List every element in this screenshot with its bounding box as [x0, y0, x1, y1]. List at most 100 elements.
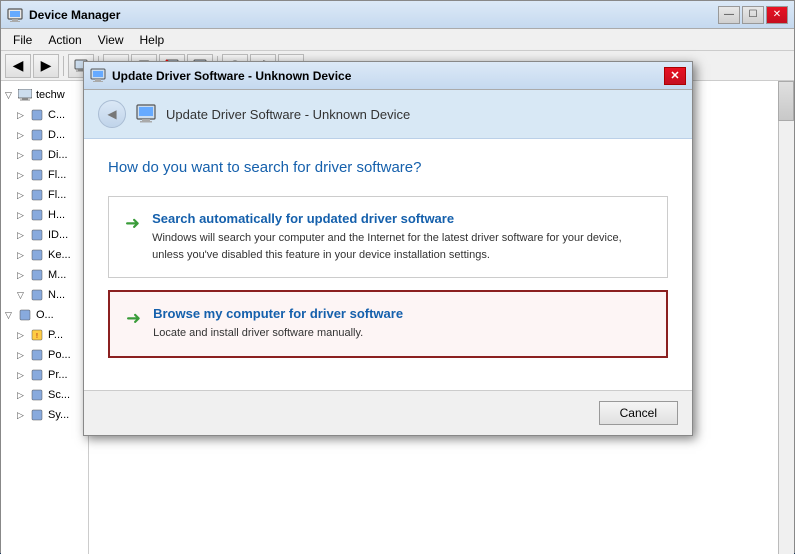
device-icon-3 — [29, 167, 45, 183]
search-auto-arrow: ➜ — [125, 213, 140, 234]
minimize-button[interactable]: — — [718, 6, 740, 24]
maximize-button[interactable]: ☐ — [742, 6, 764, 24]
device-icon-4 — [29, 187, 45, 203]
cancel-button[interactable]: Cancel — [599, 401, 678, 425]
scrollbar-vertical[interactable] — [778, 81, 794, 554]
device-icon-8 — [29, 267, 45, 283]
item-arrow: ▷ — [17, 390, 29, 401]
menu-file[interactable]: File — [5, 31, 40, 49]
item-arrow: ▷ — [17, 230, 29, 241]
item-arrow: ▷ — [17, 250, 29, 261]
device-icon-9 — [29, 287, 45, 303]
item-label-0: C... — [48, 109, 65, 121]
tree-root[interactable]: ▽ techw — [1, 85, 88, 105]
item-label-5: H... — [48, 209, 65, 221]
browse-text: Browse my computer for driver software L… — [153, 306, 650, 342]
item-label-13: Pr... — [48, 369, 68, 381]
item-label-8: M... — [48, 269, 66, 281]
item-arrow: ▽ — [5, 310, 17, 321]
device-icon-0 — [29, 107, 45, 123]
browse-title: Browse my computer for driver software — [153, 306, 650, 321]
app-title: Device Manager — [29, 8, 718, 22]
tree-item-12[interactable]: ▷ Po... — [1, 345, 88, 365]
tree-item-1[interactable]: ▷ D... — [1, 125, 88, 145]
forward-toolbar-button[interactable]: ▶ — [33, 54, 59, 78]
dialog-title-icon — [90, 68, 106, 84]
device-icon-1 — [29, 127, 45, 143]
device-icon-13 — [29, 367, 45, 383]
browse-desc: Locate and install driver software manua… — [153, 325, 650, 342]
search-auto-text: Search automatically for updated driver … — [152, 211, 651, 263]
dialog-title-bar: Update Driver Software - Unknown Device … — [84, 62, 692, 90]
back-icon: ◀ — [107, 107, 116, 121]
app-icon — [7, 7, 23, 23]
item-label-1: D... — [48, 129, 65, 141]
item-label-6: ID... — [48, 229, 68, 241]
tree-item-7[interactable]: ▷ Ke... — [1, 245, 88, 265]
device-tree: ▽ techw ▷ C... ▷ — [1, 81, 89, 554]
item-arrow: ▷ — [17, 330, 29, 341]
menu-action[interactable]: Action — [40, 31, 89, 49]
item-arrow: ▷ — [17, 130, 29, 141]
item-arrow: ▷ — [17, 170, 29, 181]
item-label-11: P... — [48, 329, 63, 341]
item-label-15: Sy... — [48, 409, 69, 421]
tree-item-15[interactable]: ▷ Sy... — [1, 405, 88, 425]
dialog-back-button[interactable]: ◀ — [98, 100, 126, 128]
dialog-footer: Cancel — [84, 390, 692, 435]
scrollbar-thumb[interactable] — [778, 81, 794, 121]
item-label-7: Ke... — [48, 249, 71, 261]
item-arrow: ▷ — [17, 110, 29, 121]
item-arrow: ▷ — [17, 410, 29, 421]
browse-arrow: ➜ — [126, 308, 141, 329]
dialog-body: How do you want to search for driver sof… — [84, 139, 692, 390]
tree-item-2[interactable]: ▷ Di... — [1, 145, 88, 165]
menu-help[interactable]: Help — [132, 31, 173, 49]
tree-item-4[interactable]: ▷ Fl... — [1, 185, 88, 205]
menu-bar: File Action View Help — [1, 29, 794, 51]
device-icon-11: ! — [29, 327, 45, 343]
dialog-header-icon — [136, 104, 156, 124]
item-arrow: ▷ — [17, 350, 29, 361]
tree-item-9[interactable]: ▽ N... — [1, 285, 88, 305]
search-auto-title: Search automatically for updated driver … — [152, 211, 651, 226]
root-label: techw — [36, 89, 65, 101]
device-icon-15 — [29, 407, 45, 423]
menu-view[interactable]: View — [90, 31, 132, 49]
item-label-9: N... — [48, 289, 65, 301]
dialog-close-button[interactable]: ✕ — [664, 67, 686, 85]
device-icon-10 — [17, 307, 33, 323]
item-label-14: Sc... — [48, 389, 70, 401]
device-icon-2 — [29, 147, 45, 163]
device-icon-7 — [29, 247, 45, 263]
item-arrow: ▷ — [17, 370, 29, 381]
device-icon-6 — [29, 227, 45, 243]
tree-item-6[interactable]: ▷ ID... — [1, 225, 88, 245]
tree-item-0[interactable]: ▷ C... — [1, 105, 88, 125]
tree-item-10[interactable]: ▽ O... — [1, 305, 88, 325]
item-label-4: Fl... — [48, 189, 66, 201]
tree-item-14[interactable]: ▷ Sc... — [1, 385, 88, 405]
tree-item-13[interactable]: ▷ Pr... — [1, 365, 88, 385]
tree-item-5[interactable]: ▷ H... — [1, 205, 88, 225]
item-arrow: ▷ — [17, 210, 29, 221]
dialog-content: ◀ Update Driver Software - Unknown Devic… — [84, 90, 692, 390]
browse-option[interactable]: ➜ Browse my computer for driver software… — [108, 290, 668, 358]
window-controls: — ☐ ✕ — [718, 6, 788, 24]
item-arrow: ▽ — [17, 290, 29, 301]
device-manager-window: Device Manager — ☐ ✕ File Action View He… — [0, 0, 795, 553]
item-label-3: Fl... — [48, 169, 66, 181]
tree-item-8[interactable]: ▷ M... — [1, 265, 88, 285]
root-arrow: ▽ — [5, 90, 17, 101]
dialog-header-title: Update Driver Software - Unknown Device — [166, 107, 410, 122]
tree-item-3[interactable]: ▷ Fl... — [1, 165, 88, 185]
search-auto-option[interactable]: ➜ Search automatically for updated drive… — [108, 196, 668, 278]
computer-icon — [17, 87, 33, 103]
back-toolbar-button[interactable]: ◀ — [5, 54, 31, 78]
tree-item-11[interactable]: ▷ ! P... — [1, 325, 88, 345]
dialog-header: ◀ Update Driver Software - Unknown Devic… — [84, 90, 692, 139]
item-label-10: O... — [36, 309, 54, 321]
close-button[interactable]: ✕ — [766, 6, 788, 24]
device-icon-14 — [29, 387, 45, 403]
dialog-question: How do you want to search for driver sof… — [108, 159, 668, 176]
